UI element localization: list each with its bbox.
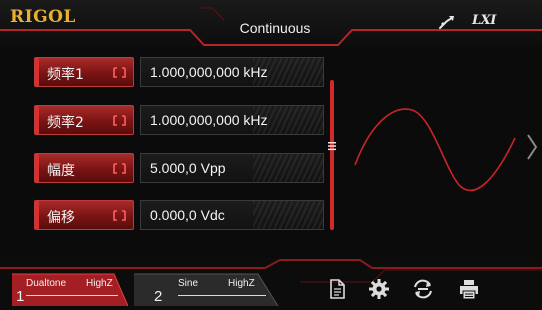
param-label: 频率2: [47, 115, 84, 131]
param-row-offset: 偏移 0.000,0 Vdc: [34, 200, 324, 232]
usb-icon: [439, 16, 454, 29]
active-marker: [35, 201, 39, 229]
param-label: 偏移: [47, 210, 75, 226]
gear-icon[interactable]: [368, 278, 390, 300]
param-value-amplitude[interactable]: 5.000,0 Vpp: [140, 153, 324, 183]
generator-screen: RIGOL Continuous LXI 频率1 1.000,000,000 k…: [0, 0, 542, 310]
rigol-logo: RIGOL: [10, 7, 76, 27]
channel-divider: [26, 295, 118, 296]
channel-number: 2: [154, 288, 163, 305]
param-scrollbar[interactable]: [330, 80, 334, 230]
chevron-right-icon[interactable]: [525, 133, 539, 161]
param-label: 频率1: [47, 67, 84, 83]
param-row-freq1: 频率1 1.000,000,000 kHz: [34, 57, 324, 89]
param-value: 0.000,0 Vdc: [150, 207, 225, 223]
param-value-offset[interactable]: 0.000,0 Vdc: [140, 200, 324, 230]
param-value: 1.000,000,000 kHz: [150, 64, 268, 80]
file-icon[interactable]: [326, 278, 348, 300]
param-button-amplitude[interactable]: 幅度: [34, 153, 134, 183]
channel-divider: [178, 295, 266, 296]
param-value: 1.000,000,000 kHz: [150, 112, 268, 128]
channel-waveform: Sine: [178, 278, 199, 289]
channel-impedance: HighZ: [228, 278, 255, 289]
active-marker: [35, 154, 39, 182]
printer-icon[interactable]: [458, 278, 480, 300]
swap-icon: [113, 115, 126, 126]
active-marker: [35, 106, 39, 134]
param-value-freq2[interactable]: 1.000,000,000 kHz: [140, 105, 324, 135]
channel-tab-1[interactable]: 1 Dualtone HighZ: [10, 270, 128, 308]
param-row-amplitude: 幅度 5.000,0 Vpp: [34, 153, 324, 185]
channel-tab-1-background: [12, 273, 128, 307]
channel-waveform: Dualtone: [26, 278, 67, 289]
param-label: 幅度: [47, 163, 75, 179]
swap-icon: [113, 163, 126, 174]
sweep-mode-title: Continuous: [239, 20, 311, 36]
param-button-freq1[interactable]: 频率1: [34, 57, 134, 87]
active-marker: [35, 58, 39, 86]
param-button-freq2[interactable]: 频率2: [34, 105, 134, 135]
channel-number: 1: [16, 288, 25, 305]
lxi-icon: LXI: [472, 13, 496, 28]
swap-icon: [113, 67, 126, 78]
param-value-freq1[interactable]: 1.000,000,000 kHz: [140, 57, 324, 87]
param-value: 5.000,0 Vpp: [150, 160, 226, 176]
param-button-offset[interactable]: 偏移: [34, 200, 134, 230]
sync-icon[interactable]: [412, 278, 434, 300]
channel-tab-2[interactable]: 2 Sine HighZ: [132, 270, 282, 308]
param-row-freq2: 频率2 1.000,000,000 kHz: [34, 105, 324, 137]
scroll-grip-icon: [328, 142, 336, 151]
swap-icon: [113, 210, 126, 221]
channel-impedance: HighZ: [86, 278, 113, 289]
sine-wave-preview: [354, 108, 516, 192]
